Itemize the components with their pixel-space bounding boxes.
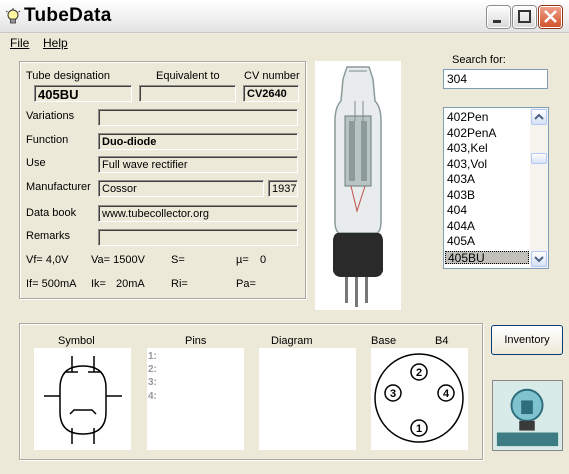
inventory-button[interactable]: Inventory: [491, 325, 563, 355]
pa-value: Pa=: [236, 278, 256, 290]
chevron-down-icon: [534, 256, 544, 263]
minimize-icon: [493, 20, 501, 23]
mu-value: 0: [260, 254, 267, 266]
tube-list[interactable]: 402Pen 402PenA 403,Kel 403,Vol 403A 403B 404 40…: [443, 107, 549, 269]
tube-logo: [492, 380, 563, 451]
scroll-up-button[interactable]: [531, 109, 547, 125]
list-scrollbar[interactable]: [530, 108, 548, 268]
databook-field[interactable]: www.tubecollector.org: [98, 205, 298, 222]
maximize-button[interactable]: [513, 6, 536, 28]
list-item[interactable]: 405BU: [445, 250, 529, 264]
pin-1: 1:: [148, 351, 157, 362]
s-value: S=: [171, 254, 185, 266]
function-label: Function: [26, 134, 69, 146]
vf-value: Vf= 4,0V: [26, 254, 69, 266]
remarks-field[interactable]: [98, 229, 298, 246]
cv-number-label: CV number: [244, 70, 300, 82]
minimize-button[interactable]: [487, 6, 510, 28]
scroll-down-button[interactable]: [531, 251, 547, 267]
mu-label: µ=: [236, 254, 249, 266]
list-item[interactable]: 405A: [445, 235, 529, 248]
maximize-icon: [518, 10, 531, 23]
menu-help-label: Help: [43, 36, 68, 50]
base-pin-1: 1: [416, 423, 422, 435]
list-item[interactable]: 402Pen: [445, 111, 529, 124]
pin-4: 4:: [148, 391, 157, 402]
variations-label: Variations: [26, 110, 75, 122]
base-diagram: 2 3 4 1: [371, 348, 468, 450]
diagram-panel: [259, 348, 356, 450]
manufacturer-label: Manufacturer: [26, 181, 91, 193]
symbol-label: Symbol: [58, 335, 95, 347]
search-label: Search for:: [452, 54, 506, 66]
tube-designation-field[interactable]: 405BU: [34, 85, 132, 102]
search-input[interactable]: 304: [443, 69, 548, 89]
base-pin-4: 4: [443, 388, 450, 400]
pin-2: 2:: [148, 364, 157, 375]
list-item[interactable]: 404: [445, 204, 529, 217]
title-bar[interactable]: TubeData: [0, 0, 569, 33]
lightbulb-icon: [5, 8, 21, 24]
manufacturer-field[interactable]: Cossor: [98, 180, 264, 197]
app-window: TubeData File Help Tube designation Equi…: [0, 0, 569, 474]
equivalent-field[interactable]: [139, 85, 236, 102]
year-field[interactable]: 1937: [268, 180, 298, 197]
use-field[interactable]: Full wave rectifier: [98, 156, 298, 173]
list-item[interactable]: 403B: [445, 188, 529, 202]
chevron-up-icon: [534, 113, 544, 120]
menu-help[interactable]: Help: [43, 36, 68, 50]
base-type-label: B4: [435, 335, 449, 347]
function-field[interactable]: Duo-diode: [98, 133, 298, 150]
cv-number-field[interactable]: CV2640: [243, 85, 299, 102]
ik-label: Ik=: [91, 278, 106, 290]
close-icon: [544, 10, 557, 23]
ik-value: 20mA: [116, 278, 145, 290]
use-label: Use: [26, 157, 46, 169]
pins-label: Pins: [185, 335, 207, 347]
scroll-thumb[interactable]: [531, 153, 547, 164]
if-value: If= 500mA: [26, 278, 77, 290]
menu-bar: File Help: [0, 33, 569, 53]
tube-designation-label: Tube designation: [26, 70, 110, 82]
list-item[interactable]: 403A: [445, 173, 529, 186]
pins-panel: [147, 348, 244, 450]
list-item[interactable]: 403,Kel: [445, 142, 529, 155]
ri-value: Ri=: [171, 278, 188, 290]
equivalent-label: Equivalent to: [156, 70, 220, 82]
remarks-label: Remarks: [26, 230, 71, 242]
base-pin-3: 3: [390, 388, 396, 400]
window-title: TubeData: [24, 5, 112, 26]
diagram-label: Diagram: [271, 335, 313, 347]
list-item[interactable]: 404A: [445, 219, 529, 233]
databook-label: Data book: [26, 207, 77, 219]
pin-3: 3:: [148, 377, 157, 388]
close-button[interactable]: [539, 6, 562, 28]
base-label: Base: [371, 335, 397, 347]
list-item[interactable]: 403,Vol: [445, 157, 529, 171]
tube-symbol: [34, 348, 131, 450]
menu-file[interactable]: File: [10, 36, 29, 50]
list-item[interactable]: 402PenA: [445, 126, 529, 140]
tube-photo: [315, 61, 401, 310]
base-pin-2: 2: [416, 367, 422, 379]
variations-field[interactable]: [98, 109, 298, 126]
menu-file-label: File: [10, 36, 30, 50]
va-value: Va= 1500V: [91, 254, 145, 266]
